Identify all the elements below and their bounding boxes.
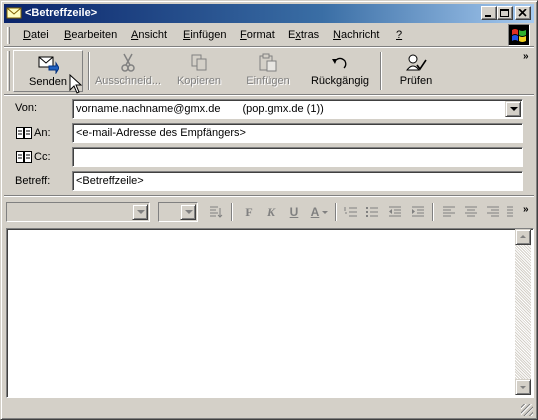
header-divider: [4, 195, 534, 197]
window-title: <Betreffzeile>: [25, 7, 98, 19]
status-bar: [4, 401, 534, 417]
send-icon: [37, 54, 60, 75]
menu-format[interactable]: Format: [240, 29, 275, 41]
resize-grip[interactable]: [521, 404, 533, 416]
paste-button[interactable]: Einfügen: [236, 50, 300, 92]
subject-field[interactable]: <Betreffzeile>: [72, 171, 523, 191]
bold-button[interactable]: F: [241, 204, 257, 220]
bullet-list-icon[interactable]: [364, 204, 380, 220]
maximize-button[interactable]: [497, 6, 513, 20]
cut-label: Ausschneid...: [94, 75, 162, 87]
underline-button[interactable]: U: [286, 204, 302, 220]
title-bar[interactable]: <Betreffzeile>: [4, 4, 534, 23]
check-button[interactable]: Prüfen: [385, 50, 447, 92]
message-body[interactable]: [6, 228, 534, 398]
address-book-icon[interactable]: [16, 150, 32, 164]
minimize-button[interactable]: [481, 6, 497, 20]
subject-value: <Betreffzeile>: [76, 175, 144, 187]
check-label: Prüfen: [399, 75, 433, 87]
menu-bar: Datei Bearbeiten Ansicht Einfügen Format…: [4, 24, 534, 46]
numbered-list-icon[interactable]: [343, 204, 359, 220]
menu-datei[interactable]: Datei: [23, 29, 49, 41]
format-separator: [335, 203, 337, 221]
menu-extras[interactable]: Extras: [288, 29, 319, 41]
font-size-dropdown-button[interactable]: [180, 204, 196, 220]
scroll-up-button[interactable]: [515, 229, 531, 245]
check-names-icon: [405, 53, 427, 73]
format-overflow-chevron[interactable]: »: [523, 204, 529, 215]
cc-field[interactable]: [72, 147, 523, 167]
from-select[interactable]: vorname.nachname@gmx.de (pop.gmx.de (1)): [72, 99, 523, 119]
undo-button[interactable]: Rückgängig: [304, 50, 376, 92]
envelope-icon[interactable]: [6, 5, 22, 21]
align-left-icon[interactable]: [441, 204, 457, 220]
undo-icon: [329, 53, 351, 73]
justify-icon[interactable]: [506, 204, 514, 220]
scissors-icon: [117, 53, 139, 73]
copy-button[interactable]: Kopieren: [167, 50, 231, 92]
toolbar-divider: [4, 94, 534, 96]
paste-label: Einfügen: [246, 75, 290, 87]
vertical-scrollbar[interactable]: [515, 229, 531, 395]
paragraph-style-icon[interactable]: [208, 204, 224, 220]
menubar-grip[interactable]: [7, 27, 10, 44]
from-address: vorname.nachname@gmx.de: [76, 103, 221, 115]
menu-ansicht[interactable]: Ansicht: [131, 29, 167, 41]
menu-einfuegen[interactable]: Einfügen: [183, 29, 226, 41]
address-book-icon[interactable]: [16, 126, 32, 140]
from-account: (pop.gmx.de (1)): [242, 103, 324, 115]
mouse-pointer-icon: [69, 73, 83, 96]
undo-label: Rückgängig: [310, 75, 370, 87]
decrease-indent-icon[interactable]: [387, 204, 403, 220]
main-toolbar: Senden Ausschneid... Kopieren Einfügen R…: [4, 48, 534, 94]
toolbar-separator: [88, 52, 90, 90]
font-name-select[interactable]: [6, 202, 150, 222]
from-dropdown-button[interactable]: [505, 101, 521, 117]
copy-label: Kopieren: [176, 75, 222, 87]
windows-logo-icon: [508, 24, 530, 46]
align-center-icon[interactable]: [463, 204, 479, 220]
close-button[interactable]: [515, 6, 531, 20]
from-label: Von:: [15, 102, 38, 114]
font-size-select[interactable]: [158, 202, 198, 222]
format-separator: [231, 203, 233, 221]
cut-button[interactable]: Ausschneid...: [92, 50, 164, 92]
menu-bearbeiten[interactable]: Bearbeiten: [64, 29, 117, 41]
to-label: An:: [34, 127, 51, 139]
scroll-down-button[interactable]: [515, 379, 531, 395]
to-value: <e-mail-Adresse des Empfängers>: [76, 127, 246, 139]
toolbar-grip[interactable]: [7, 51, 10, 91]
subject-label: Betreff:: [15, 175, 51, 187]
menu-nachricht[interactable]: Nachricht: [333, 29, 379, 41]
align-right-icon[interactable]: [485, 204, 501, 220]
compose-window: <Betreffzeile> Datei Bearbeiten Ansicht …: [0, 0, 538, 420]
cc-label: Cc:: [34, 151, 51, 163]
clipboard-icon: [257, 53, 279, 73]
to-field[interactable]: <e-mail-Adresse des Empfängers>: [72, 123, 523, 143]
menu-help[interactable]: ?: [396, 29, 402, 41]
toolbar-overflow-chevron[interactable]: »: [523, 51, 529, 62]
format-separator: [432, 203, 434, 221]
copy-icon: [188, 53, 210, 73]
toolbar-separator: [380, 52, 382, 90]
increase-indent-icon[interactable]: [410, 204, 426, 220]
font-color-dropdown-icon[interactable]: [321, 204, 329, 220]
italic-button[interactable]: K: [263, 204, 279, 220]
font-name-dropdown-button[interactable]: [132, 204, 148, 220]
